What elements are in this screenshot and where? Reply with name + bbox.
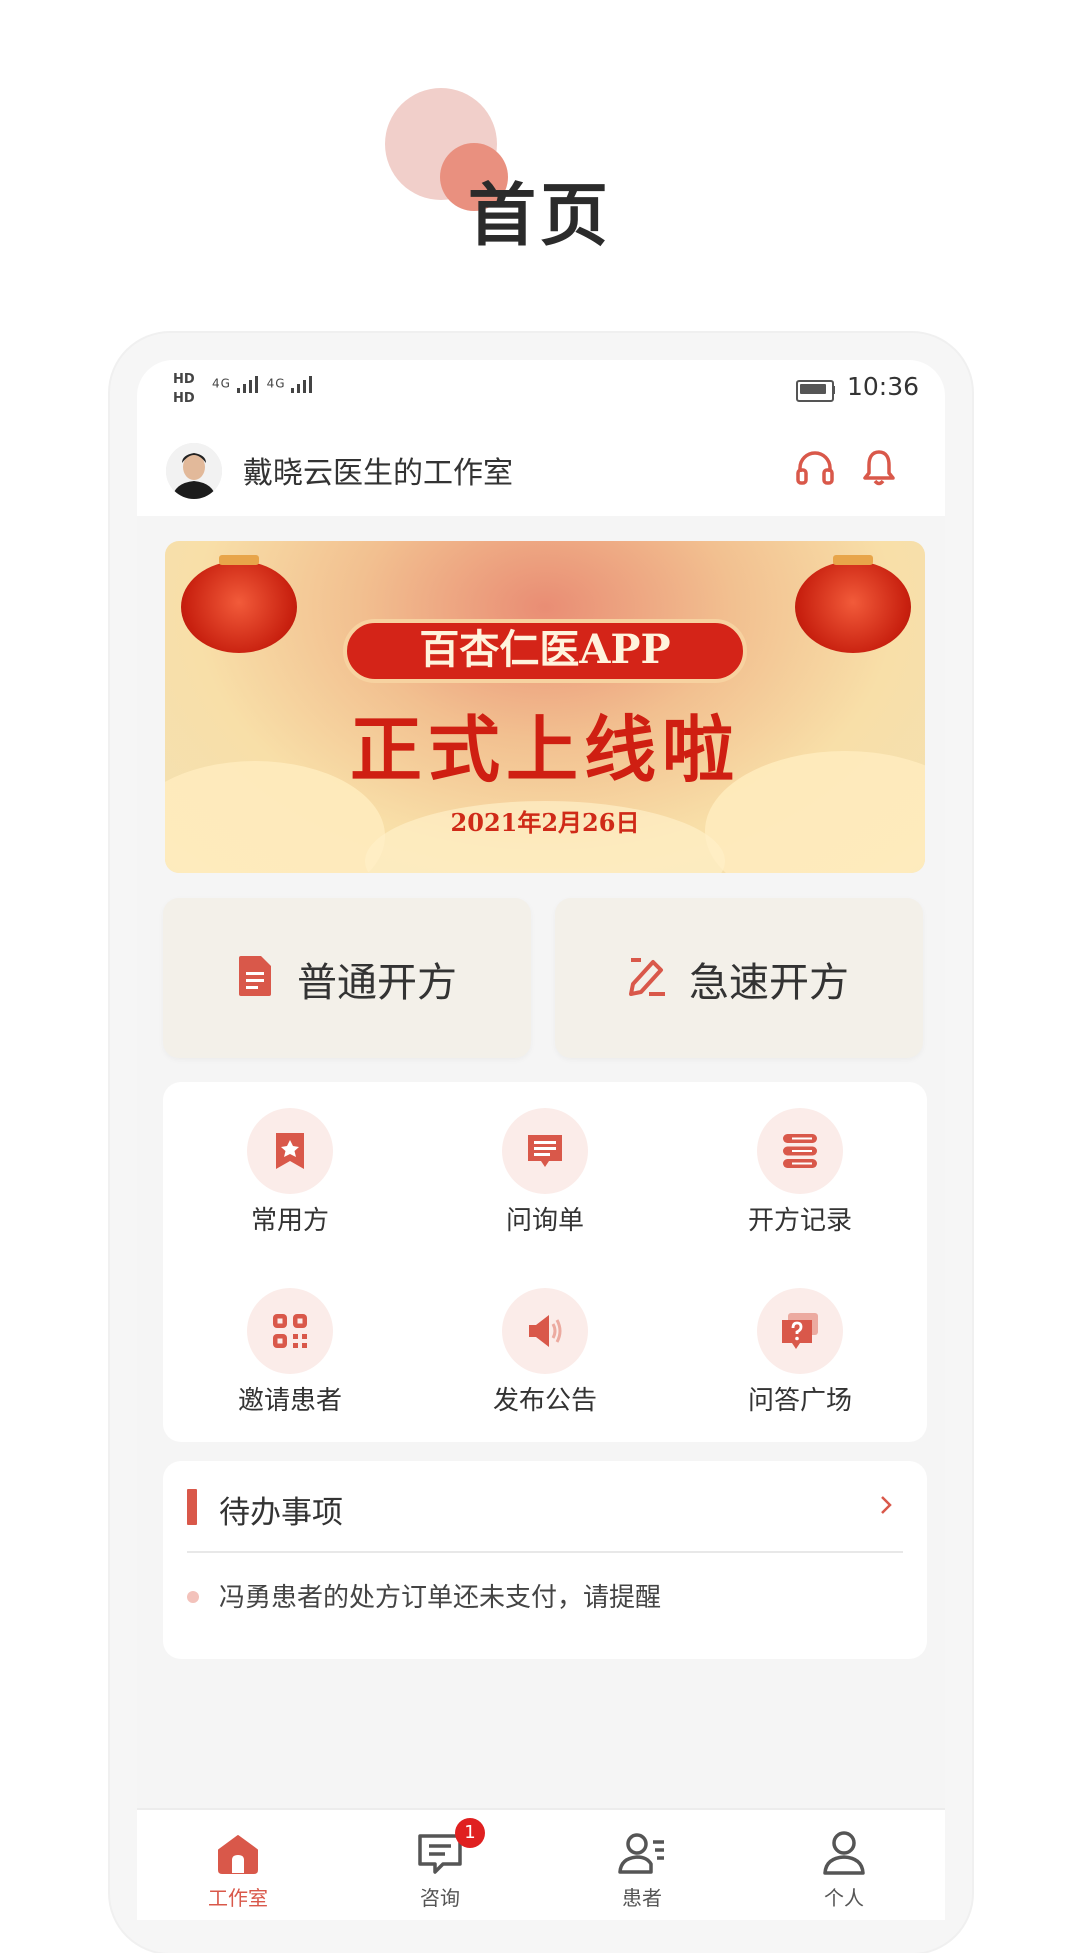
quick-function-card: 常用方 问询单 开方记录 邀请患者 发布公告 问答广场 <box>163 1082 927 1442</box>
sim-indicator: HD HD <box>173 370 195 408</box>
todo-accent-bar <box>187 1489 197 1525</box>
todo-item[interactable]: 冯勇患者的处方订单还未支付，请提醒 <box>219 1577 661 1614</box>
todo-bullet <box>187 1591 199 1603</box>
signal-bars-icon <box>291 376 313 393</box>
avatar[interactable] <box>166 443 222 499</box>
todo-title[interactable]: 待办事项 <box>219 1487 343 1532</box>
sim1-label: HD <box>173 372 195 387</box>
list-icon <box>783 1134 817 1168</box>
qrcode-icon <box>273 1314 307 1348</box>
grid-item-qa-square[interactable]: 问答广场 <box>673 1262 927 1416</box>
speaker-icon <box>529 1315 562 1347</box>
person-icon <box>823 1831 865 1875</box>
grid-label: 邀请患者 <box>237 1386 342 1416</box>
tab-consult[interactable]: 1 咨询 <box>339 1810 541 1920</box>
edit-icon <box>629 958 665 996</box>
grid-label: 开方记录 <box>747 1206 852 1236</box>
normal-prescription-label: 普通开方 <box>297 960 457 1006</box>
chevron-right-icon[interactable] <box>879 1495 893 1515</box>
status-bar: HD HD 4G 4G 10:36 <box>137 360 945 430</box>
tab-patients[interactable]: 患者 <box>541 1810 743 1920</box>
page-title: 首页 <box>467 176 612 256</box>
lantern-left <box>181 561 297 653</box>
sim2-label: HD <box>173 391 195 406</box>
bell-icon[interactable] <box>857 446 901 490</box>
banner-headline: 正式上线啦 <box>349 707 740 792</box>
banner-date: 2021年2月26日 <box>450 808 640 837</box>
network1-label: 4G <box>212 376 231 391</box>
signal-indicator: 4G 4G <box>212 374 316 394</box>
lantern-right <box>795 561 911 653</box>
grid-item-prescription-records[interactable]: 开方记录 <box>673 1082 927 1236</box>
phone-screen: HD HD 4G 4G 10:36 戴晓云医生的工作室 百杏仁医APP 正式上线… <box>137 360 945 1920</box>
home-icon <box>218 1835 258 1874</box>
headset-icon[interactable] <box>793 446 837 490</box>
bookmark-star-icon <box>276 1133 304 1169</box>
banner-pill-text: 百杏仁医APP <box>419 626 671 673</box>
lantern-cap <box>219 555 259 565</box>
promo-banner[interactable]: 百杏仁医APP 正式上线啦 2021年2月26日 <box>165 541 925 873</box>
grid-item-publish-notice[interactable]: 发布公告 <box>418 1262 672 1416</box>
todo-card: 待办事项 冯勇患者的处方订单还未支付，请提醒 <box>163 1461 927 1659</box>
lantern-cap <box>833 555 873 565</box>
normal-prescription-button[interactable]: 普通开方 <box>163 898 531 1058</box>
network2-label: 4G <box>266 376 286 391</box>
quick-prescription-label: 急速开方 <box>689 960 849 1006</box>
avatar-icon <box>166 443 222 499</box>
signal-bars-icon <box>236 376 258 393</box>
grid-item-invite-patient[interactable]: 邀请患者 <box>163 1262 417 1416</box>
quick-prescription-button[interactable]: 急速开方 <box>555 898 923 1058</box>
message-form-icon <box>528 1135 562 1167</box>
status-time: 10:36 <box>847 372 920 401</box>
battery-tip <box>832 386 835 394</box>
battery-icon <box>796 380 834 402</box>
grid-label: 问询单 <box>505 1206 584 1236</box>
grid-label: 发布公告 <box>492 1386 597 1416</box>
document-icon <box>239 956 271 996</box>
todo-divider <box>187 1551 903 1553</box>
grid-item-common-prescription[interactable]: 常用方 <box>163 1082 417 1236</box>
top-bar: HD HD 4G 4G 10:36 戴晓云医生的工作室 <box>137 360 945 516</box>
tab-label: 个人 <box>824 1886 864 1910</box>
tab-label: 工作室 <box>208 1886 268 1910</box>
unread-badge: 1 <box>455 1818 485 1848</box>
tab-studio[interactable]: 工作室 <box>137 1810 339 1920</box>
tab-profile[interactable]: 个人 <box>743 1810 945 1920</box>
patients-icon <box>618 1833 664 1874</box>
tab-label: 患者 <box>622 1886 662 1910</box>
studio-name: 戴晓云医生的工作室 <box>243 456 513 491</box>
title-area: 首页 <box>0 0 1080 300</box>
bottom-tab-bar: 工作室 1 咨询 患者 个人 <box>137 1808 945 1920</box>
grid-item-inquiry-form[interactable]: 问询单 <box>418 1082 672 1236</box>
tab-label: 咨询 <box>420 1886 460 1910</box>
grid-label: 常用方 <box>250 1206 329 1236</box>
question-icon <box>782 1313 818 1349</box>
grid-label: 问答广场 <box>747 1386 852 1416</box>
